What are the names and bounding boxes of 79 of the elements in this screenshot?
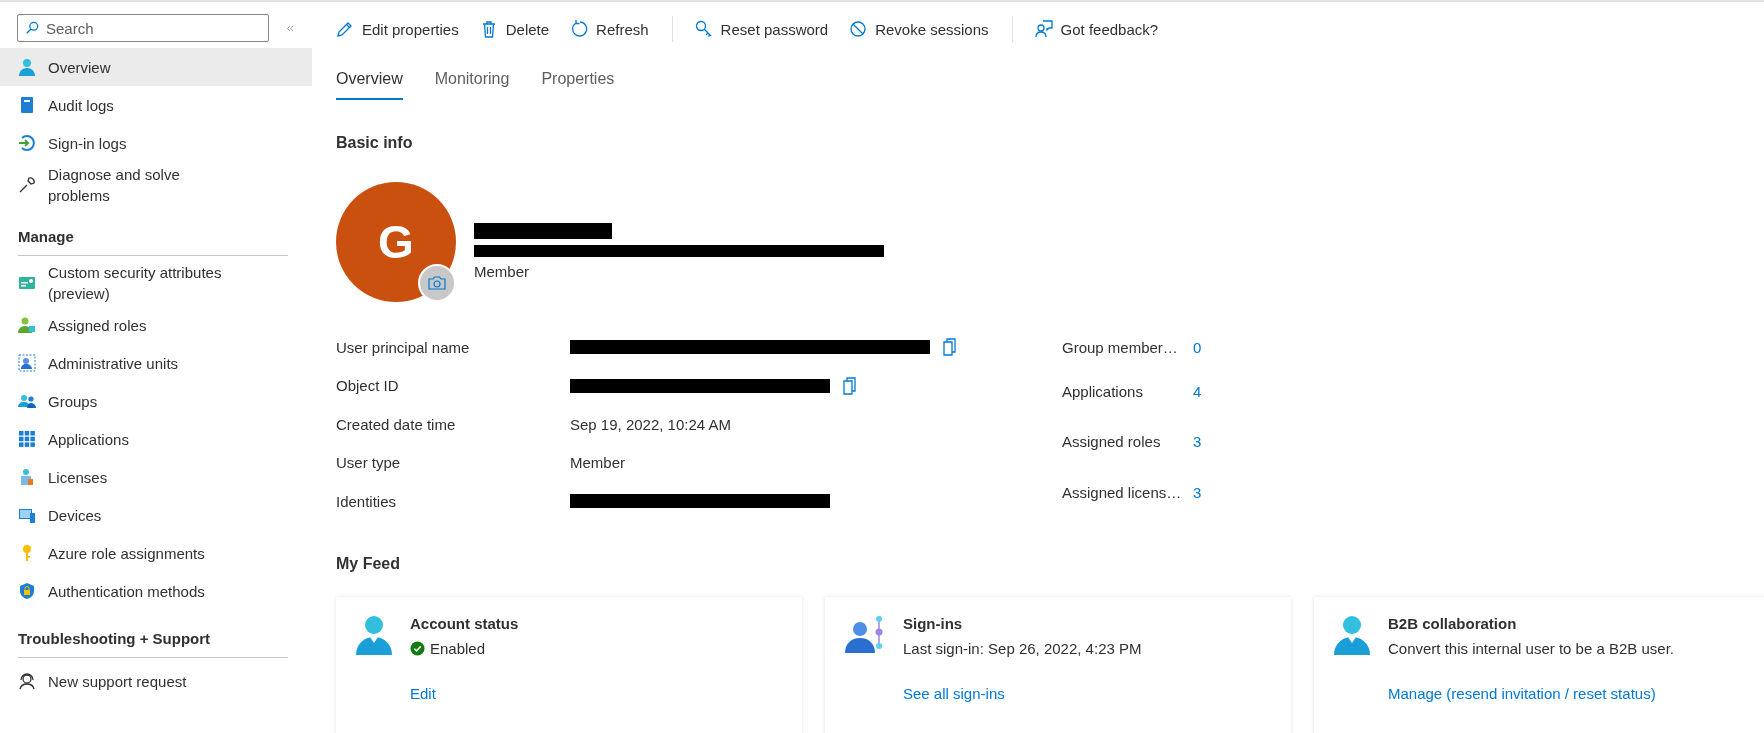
card-description: Last sign-in: Sep 26, 2022, 4:23 PM bbox=[903, 639, 1142, 657]
card-title: Account status bbox=[410, 614, 519, 632]
camera-icon bbox=[428, 276, 446, 290]
property-label: Object ID bbox=[336, 377, 400, 395]
toolbar-button[interactable]: Refresh bbox=[562, 16, 658, 42]
tab[interactable]: Properties bbox=[541, 64, 615, 100]
user-type: Member bbox=[474, 262, 530, 280]
feedback-icon bbox=[1034, 20, 1053, 38]
sign-in-icon bbox=[18, 134, 36, 152]
avatar-initial: G bbox=[378, 215, 414, 269]
card-description: Convert this internal user to be a B2B user. bbox=[1388, 639, 1674, 657]
count-link[interactable]: 3 bbox=[1193, 433, 1202, 451]
property-label: User principal name bbox=[336, 338, 471, 356]
property-label: Identities bbox=[336, 492, 398, 510]
user-role-icon bbox=[18, 316, 36, 334]
toolbar-button[interactable]: Delete bbox=[471, 16, 559, 42]
grid-icon bbox=[18, 430, 36, 448]
support-person-icon bbox=[18, 672, 36, 690]
nav-item[interactable]: Devices bbox=[0, 496, 312, 534]
tab[interactable]: Overview bbox=[336, 64, 403, 100]
section-heading: Manage bbox=[18, 220, 288, 256]
toolbar-button[interactable]: Revoke sessions bbox=[841, 16, 998, 42]
refresh-icon bbox=[570, 20, 589, 38]
nav-item[interactable]: New support request bbox=[0, 662, 312, 700]
user-icon bbox=[1334, 614, 1370, 655]
nav-item[interactable]: Administrative units bbox=[0, 344, 312, 382]
section-heading: Troubleshooting + Support bbox=[18, 622, 288, 658]
property-value: Member bbox=[570, 454, 625, 472]
property-label: User type bbox=[336, 454, 402, 472]
nav-item[interactable]: Sign-in logs bbox=[0, 124, 312, 162]
copy-icon[interactable] bbox=[840, 376, 856, 395]
tab[interactable]: Monitoring bbox=[434, 64, 510, 100]
monitor-icon bbox=[18, 506, 36, 524]
key-icon bbox=[694, 20, 713, 38]
toolbar-button[interactable]: Reset password bbox=[686, 16, 838, 42]
license-icon bbox=[18, 468, 36, 486]
toolbar-button[interactable]: Edit properties bbox=[328, 16, 468, 42]
property-value: Sep 19, 2022, 10:24 AM bbox=[570, 415, 731, 433]
nav-item[interactable]: Authentication methods bbox=[0, 572, 312, 610]
nav-item[interactable]: Diagnose and solve problems bbox=[0, 162, 312, 208]
nav-item[interactable]: Overview bbox=[0, 48, 312, 86]
nav-item[interactable]: Azure role assignments bbox=[0, 534, 312, 572]
count-link[interactable]: 0 bbox=[1193, 338, 1202, 356]
book-icon bbox=[18, 96, 36, 114]
nav-item[interactable]: Assigned roles bbox=[0, 306, 312, 344]
toolbar-button[interactable]: Got feedback? bbox=[1026, 16, 1168, 42]
search-field[interactable]: Search bbox=[17, 14, 269, 42]
count-label: Assigned licens… bbox=[1062, 483, 1183, 501]
card-link[interactable]: Edit bbox=[410, 684, 519, 702]
card-link[interactable]: See all sign-ins bbox=[903, 684, 1142, 702]
user-activity-icon bbox=[845, 614, 885, 655]
wrench-icon bbox=[18, 176, 36, 194]
property-label: Created date time bbox=[336, 415, 457, 433]
user-icon bbox=[356, 614, 392, 655]
nav-item[interactable]: Applications bbox=[0, 420, 312, 458]
count-link[interactable]: 4 bbox=[1193, 382, 1202, 400]
count-label: Applications bbox=[1062, 382, 1144, 400]
count-label: Group member… bbox=[1062, 338, 1179, 356]
section-title: My Feed bbox=[336, 554, 401, 573]
unit-icon bbox=[18, 354, 36, 372]
search-icon bbox=[25, 21, 39, 35]
pencil-icon bbox=[336, 20, 354, 38]
copy-icon[interactable] bbox=[940, 338, 956, 357]
section-title: Basic info bbox=[336, 134, 414, 152]
count-link[interactable]: 3 bbox=[1193, 483, 1202, 501]
shield-icon bbox=[18, 582, 36, 600]
count-label: Assigned roles bbox=[1062, 433, 1162, 451]
user-icon bbox=[18, 58, 36, 76]
nav-item[interactable]: Groups bbox=[0, 382, 312, 420]
nav-item[interactable]: Audit logs bbox=[0, 86, 312, 124]
nav-item[interactable]: Licenses bbox=[0, 458, 312, 496]
nav-item[interactable]: Custom security attributes (preview) bbox=[0, 260, 312, 306]
group-icon bbox=[18, 392, 36, 410]
card-link[interactable]: Manage (resend invitation / reset status) bbox=[1388, 684, 1674, 702]
card-icon bbox=[18, 274, 36, 292]
block-icon bbox=[849, 20, 868, 38]
status-text: Enabled bbox=[430, 639, 486, 657]
card-title: B2B collaboration bbox=[1388, 614, 1518, 632]
card-title: Sign-ins bbox=[903, 614, 964, 632]
